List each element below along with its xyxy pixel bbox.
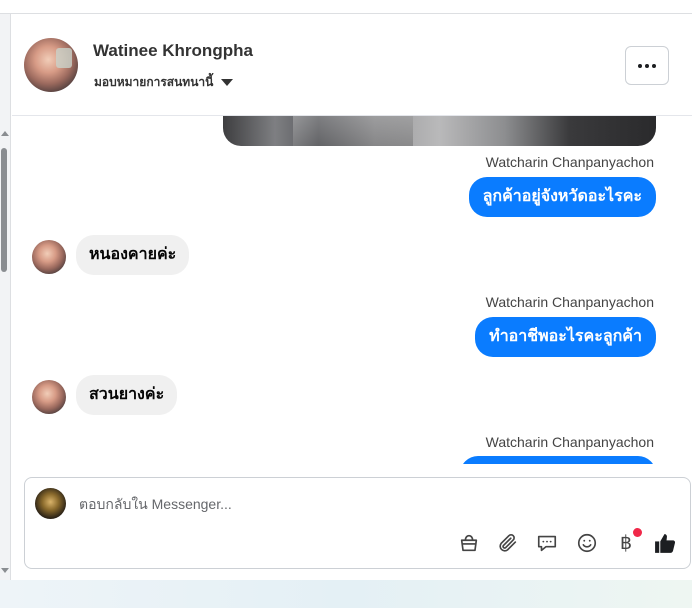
baht-icon: ฿ <box>619 532 633 554</box>
attach-file-button[interactable] <box>495 530 521 556</box>
more-dots-icon <box>638 63 642 68</box>
more-dots-icon-dot <box>652 63 656 68</box>
shopping-bag-icon <box>460 534 478 552</box>
assign-conversation-label: มอบหมายการสนทนานี้ <box>94 75 214 89</box>
reply-input[interactable] <box>79 496 639 512</box>
sender-name: Watcharin Chanpanyachon <box>485 294 654 310</box>
left-scroll-rail <box>0 14 11 580</box>
paperclip-icon <box>499 533 517 552</box>
more-dots-icon-dot <box>645 63 649 68</box>
scroll-down-arrow-icon[interactable] <box>1 568 9 573</box>
assign-conversation-dropdown[interactable]: มอบหมายการสนทนานี้ <box>94 73 234 92</box>
like-button[interactable] <box>652 530 678 556</box>
message-bubble-outgoing-partial[interactable] <box>460 456 656 464</box>
message-bubble-outgoing[interactable]: ทำอาชีพอะไรคะลูกค้า <box>475 317 656 357</box>
emoji-button[interactable] <box>574 530 600 556</box>
more-options-button[interactable] <box>625 46 669 85</box>
contact-avatar-small <box>32 380 66 414</box>
reply-composer: ฿ <box>24 477 691 569</box>
message-thread[interactable]: Watcharin Chanpanyachon ลูกค้าอยู่จังหวั… <box>12 116 692 464</box>
notification-dot <box>633 528 642 537</box>
thumbs-up-icon <box>654 533 675 553</box>
message-bubble-incoming[interactable]: สวนยางค่ะ <box>76 375 178 415</box>
conversation-header: Watinee Khrongpha มอบหมายการสนทนานี้ <box>12 15 692 116</box>
chevron-down-icon <box>221 79 234 86</box>
sender-name: Watcharin Chanpanyachon <box>485 434 654 450</box>
top-strip <box>0 0 692 14</box>
smiley-icon <box>577 533 597 553</box>
scrollbar-thumb[interactable] <box>1 148 7 272</box>
image-attachment[interactable] <box>223 116 656 146</box>
contact-avatar[interactable] <box>24 38 78 92</box>
chat-bubble-icon <box>537 535 557 552</box>
saved-replies-button[interactable] <box>534 530 560 556</box>
message-bubble-incoming[interactable]: หนองคายค่ะ <box>76 235 190 275</box>
contact-avatar-small <box>32 240 66 274</box>
sender-name: Watcharin Chanpanyachon <box>485 154 654 170</box>
contact-name[interactable]: Watinee Khrongpha <box>93 41 253 61</box>
page-bottom-strip <box>0 580 692 608</box>
message-bubble-outgoing[interactable]: ลูกค้าอยู่จังหวัดอะไรคะ <box>468 177 656 217</box>
page-avatar <box>35 488 66 519</box>
scroll-up-arrow-icon[interactable] <box>1 131 9 136</box>
shopping-bag-button[interactable] <box>456 530 482 556</box>
